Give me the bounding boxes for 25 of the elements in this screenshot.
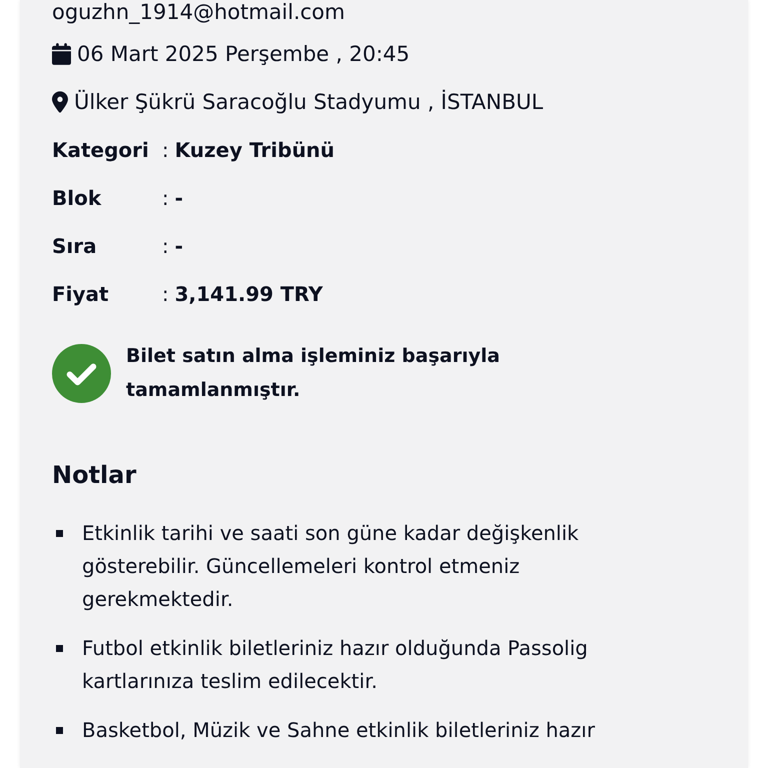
calendar-icon — [52, 43, 71, 65]
note-text: Basketbol, Müzik ve Sahne etkinlik biletleriniz hazır — [82, 717, 596, 744]
event-date-text: 06 Mart 2025 Perşembe , 20:45 — [77, 41, 410, 68]
detail-label: Blok — [52, 185, 102, 212]
detail-value: 3,141.99 TRY — [174, 281, 323, 308]
detail-value: - — [174, 233, 184, 260]
detail-separator: : — [162, 137, 169, 164]
detail-value: Kuzey Tribünü — [174, 137, 335, 164]
square-bullet-icon — [56, 645, 63, 652]
square-bullet-icon — [56, 727, 63, 734]
detail-separator: : — [162, 281, 169, 308]
map-pin-icon — [52, 91, 68, 113]
email-text: oguzhn_1914@hotmail.com — [52, 0, 345, 24]
detail-separator: : — [162, 185, 169, 212]
note-text: Futbol etkinlik biletleriniz hazır olduğunda Passolig kartlarınıza teslim edilecektir. — [82, 635, 589, 695]
detail-value: - — [174, 185, 184, 212]
status-message: Bilet satın alma işleminiz başarıyla tamamlanmıştır. — [126, 344, 501, 403]
notes-heading: Notlar — [52, 460, 136, 491]
venue-text: Ülker Şükrü Saracoğlu Stadyumu , İSTANBUL — [74, 88, 544, 116]
square-bullet-icon — [56, 530, 63, 537]
note-text: Etkinlik tarihi ve saati son güne kadar değişkenlik gösterebilir. Güncellemeleri kontrol etmeniz gerekmektedir. — [82, 520, 580, 613]
detail-label: Kategori — [52, 137, 150, 164]
detail-label: Fiyat — [52, 281, 110, 308]
detail-separator: : — [162, 233, 169, 260]
detail-label: Sıra — [52, 233, 98, 260]
